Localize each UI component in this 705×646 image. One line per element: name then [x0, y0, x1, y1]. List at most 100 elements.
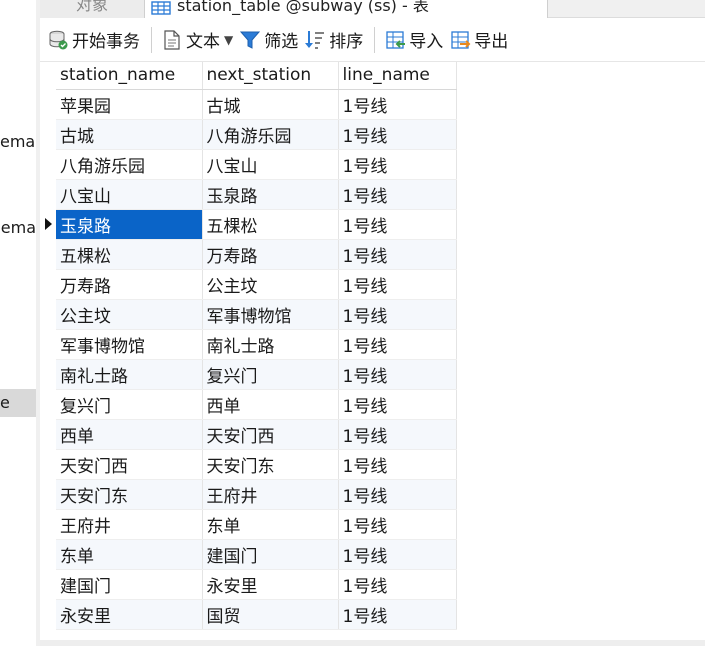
column-header-line-name[interactable]: line_name: [338, 62, 457, 90]
cell-station-name[interactable]: 永安里: [56, 599, 203, 630]
cell-next-station[interactable]: 八宝山: [202, 149, 339, 180]
row-indicator[interactable]: [40, 149, 56, 179]
table-row[interactable]: 苹果园 古城 1号线: [56, 89, 457, 120]
tab-station-table[interactable]: station_table @subway (ss) - 表: [144, 0, 548, 18]
export-button[interactable]: 导出: [446, 25, 511, 55]
table-row[interactable]: 古城 八角游乐园 1号线: [56, 119, 457, 150]
cell-line-name[interactable]: 1号线: [338, 359, 457, 390]
cell-station-name[interactable]: 公主坟: [56, 299, 203, 330]
import-button[interactable]: 导入: [381, 25, 446, 55]
row-indicator[interactable]: [40, 389, 56, 419]
cell-line-name[interactable]: 1号线: [338, 569, 457, 600]
table-row[interactable]: 王府井 东单 1号线: [56, 509, 457, 540]
cell-station-name[interactable]: 五棵松: [56, 239, 203, 270]
text-view-button[interactable]: 文本 ▼: [158, 25, 236, 55]
cell-next-station[interactable]: 东单: [202, 509, 339, 540]
row-indicator[interactable]: [40, 419, 56, 449]
cell-next-station[interactable]: 复兴门: [202, 359, 339, 390]
table-row[interactable]: 八宝山 玉泉路 1号线: [56, 179, 457, 210]
nav-item-schema-1[interactable]: ema: [0, 128, 36, 156]
cell-station-name[interactable]: 万寿路: [56, 269, 203, 300]
cell-next-station[interactable]: 国贸: [202, 599, 339, 630]
table-row[interactable]: 永安里 国贸 1号线: [56, 599, 457, 630]
cell-next-station[interactable]: 天安门东: [202, 449, 339, 480]
table-row[interactable]: 军事博物馆 南礼士路 1号线: [56, 329, 457, 360]
table-row[interactable]: 万寿路 公主坟 1号线: [56, 269, 457, 300]
cell-station-name[interactable]: 玉泉路: [56, 209, 203, 240]
cell-next-station[interactable]: 南礼士路: [202, 329, 339, 360]
row-indicator[interactable]: [40, 239, 56, 269]
cell-next-station[interactable]: 西单: [202, 389, 339, 420]
row-indicator[interactable]: [40, 359, 56, 389]
table-row[interactable]: 南礼士路 复兴门 1号线: [56, 359, 457, 390]
cell-station-name[interactable]: 古城: [56, 119, 203, 150]
row-indicator[interactable]: [40, 599, 56, 629]
row-indicator[interactable]: [40, 479, 56, 509]
column-header-station-name[interactable]: station_name: [56, 62, 203, 90]
cell-next-station[interactable]: 军事博物馆: [202, 299, 339, 330]
cell-line-name[interactable]: 1号线: [338, 269, 457, 300]
cell-station-name[interactable]: 南礼士路: [56, 359, 203, 390]
cell-line-name[interactable]: 1号线: [338, 239, 457, 270]
cell-next-station[interactable]: 建国门: [202, 539, 339, 570]
table-row[interactable]: 天安门西 天安门东 1号线: [56, 449, 457, 480]
cell-line-name[interactable]: 1号线: [338, 389, 457, 420]
table-row[interactable]: 玉泉路 五棵松 1号线: [56, 209, 457, 240]
cell-station-name[interactable]: 复兴门: [56, 389, 203, 420]
cell-next-station[interactable]: 公主坟: [202, 269, 339, 300]
cell-next-station[interactable]: 万寿路: [202, 239, 339, 270]
cell-line-name[interactable]: 1号线: [338, 509, 457, 540]
cell-station-name[interactable]: 建国门: [56, 569, 203, 600]
cell-next-station[interactable]: 八角游乐园: [202, 119, 339, 150]
cell-station-name[interactable]: 天安门西: [56, 449, 203, 480]
cell-line-name[interactable]: 1号线: [338, 119, 457, 150]
row-indicator[interactable]: [40, 449, 56, 479]
row-indicator[interactable]: [40, 119, 56, 149]
begin-transaction-button[interactable]: 开始事务: [44, 25, 143, 55]
cell-next-station[interactable]: 玉泉路: [202, 179, 339, 210]
cell-line-name[interactable]: 1号线: [338, 449, 457, 480]
cell-next-station[interactable]: 天安门西: [202, 419, 339, 450]
cell-line-name[interactable]: 1号线: [338, 539, 457, 570]
row-indicator[interactable]: [40, 299, 56, 329]
cell-next-station[interactable]: 古城: [202, 89, 339, 120]
cell-line-name[interactable]: 1号线: [338, 599, 457, 630]
cell-next-station[interactable]: 王府井: [202, 479, 339, 510]
row-indicator[interactable]: [40, 209, 56, 239]
cell-station-name[interactable]: 八宝山: [56, 179, 203, 210]
row-indicator[interactable]: [40, 569, 56, 599]
row-indicator[interactable]: [40, 539, 56, 569]
horizontal-scrollbar[interactable]: [40, 640, 705, 646]
cell-next-station[interactable]: 五棵松: [202, 209, 339, 240]
cell-station-name[interactable]: 王府井: [56, 509, 203, 540]
row-indicator[interactable]: [40, 89, 56, 119]
table-row[interactable]: 西单 天安门西 1号线: [56, 419, 457, 450]
cell-line-name[interactable]: 1号线: [338, 329, 457, 360]
cell-line-name[interactable]: 1号线: [338, 419, 457, 450]
row-indicator[interactable]: [40, 179, 56, 209]
cell-line-name[interactable]: 1号线: [338, 149, 457, 180]
row-indicator[interactable]: [40, 329, 56, 359]
cell-line-name[interactable]: 1号线: [338, 89, 457, 120]
table-row[interactable]: 公主坟 军事博物馆 1号线: [56, 299, 457, 330]
table-row[interactable]: 建国门 永安里 1号线: [56, 569, 457, 600]
filter-button[interactable]: 筛选: [236, 25, 301, 55]
cell-line-name[interactable]: 1号线: [338, 179, 457, 210]
cell-line-name[interactable]: 1号线: [338, 479, 457, 510]
cell-station-name[interactable]: 西单: [56, 419, 203, 450]
nav-item-schema-2[interactable]: nema: [0, 214, 36, 242]
column-header-next-station[interactable]: next_station: [202, 62, 339, 90]
table-row[interactable]: 八角游乐园 八宝山 1号线: [56, 149, 457, 180]
table-row[interactable]: 东单 建国门 1号线: [56, 539, 457, 570]
sort-button[interactable]: 排序: [301, 25, 366, 55]
cell-station-name[interactable]: 八角游乐园: [56, 149, 203, 180]
cell-station-name[interactable]: 苹果园: [56, 89, 203, 120]
table-row[interactable]: 天安门东 王府井 1号线: [56, 479, 457, 510]
cell-next-station[interactable]: 永安里: [202, 569, 339, 600]
nav-item-table-selected[interactable]: e: [0, 389, 36, 417]
tab-objects[interactable]: 对象: [40, 0, 144, 18]
cell-station-name[interactable]: 天安门东: [56, 479, 203, 510]
cell-station-name[interactable]: 军事博物馆: [56, 329, 203, 360]
row-indicator[interactable]: [40, 269, 56, 299]
table-row[interactable]: 五棵松 万寿路 1号线: [56, 239, 457, 270]
